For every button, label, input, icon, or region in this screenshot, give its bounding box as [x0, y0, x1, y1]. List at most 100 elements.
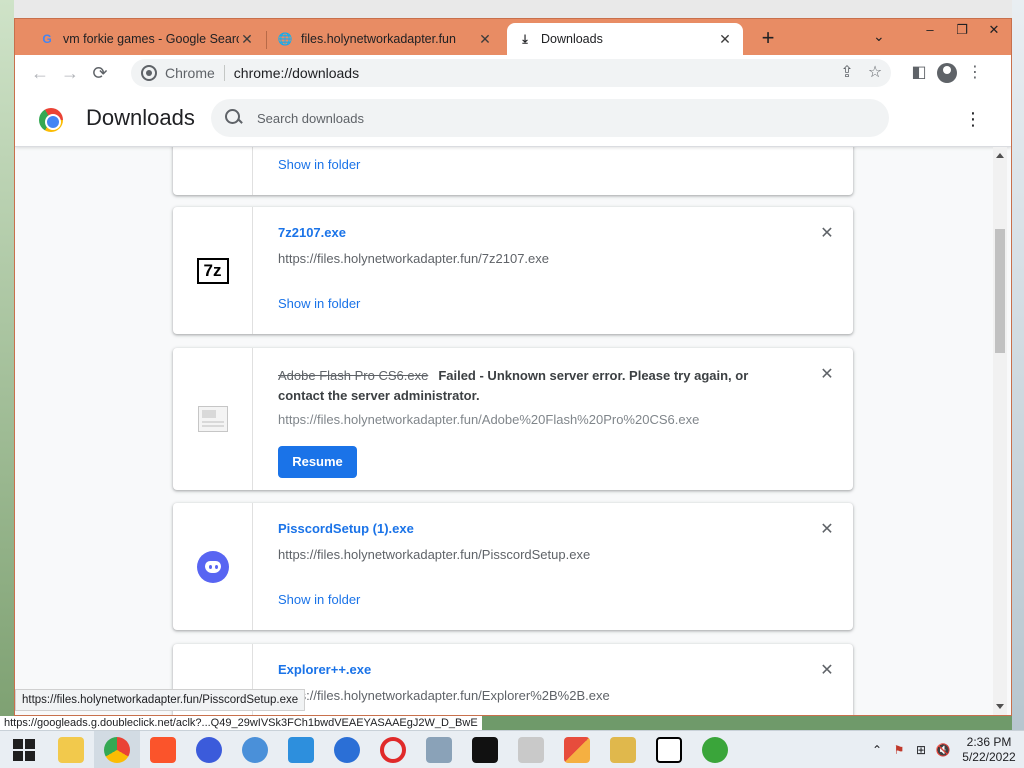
- scrollbar-thumb[interactable]: [995, 229, 1005, 353]
- taskbar-file-explorer[interactable]: [48, 731, 94, 768]
- windows-logo-icon: [13, 738, 35, 761]
- search-downloads-box[interactable]: [211, 99, 889, 137]
- taskbar-chrome[interactable]: [94, 730, 140, 768]
- firefox-dev-icon: [334, 736, 360, 763]
- new-tab-button[interactable]: +: [755, 26, 781, 52]
- share-icon[interactable]: ⇪: [833, 59, 861, 87]
- download-card: 7z 7z2107.exe https://files.holynetworka…: [173, 207, 853, 334]
- taskbar-java[interactable]: [508, 731, 554, 768]
- tab-downloads[interactable]: ⤓ Downloads ✕: [507, 23, 743, 55]
- clock-time: 2:36 PM: [966, 735, 1012, 749]
- clock[interactable]: 2:36 PM 5/22/2022: [954, 735, 1024, 765]
- taskbar-folder[interactable]: [600, 731, 646, 768]
- downloads-page: Show in folder 7z 7z2107.exe https://fil…: [15, 91, 1011, 715]
- taskbar-task-manager[interactable]: [416, 731, 462, 768]
- card-icon-column: 7z: [173, 207, 253, 334]
- utorrent-icon: [702, 736, 728, 763]
- taskbar-chromium[interactable]: [232, 731, 278, 768]
- network-icon[interactable]: ⊞: [910, 743, 932, 757]
- forward-button[interactable]: →: [55, 58, 85, 88]
- clock-date: 5/22/2022: [962, 750, 1016, 764]
- file-url[interactable]: https://files.holynetworkadapter.fun/Ado…: [278, 412, 699, 427]
- failed-download-info: Adobe Flash Pro CS6.exe Failed - Unknown …: [278, 366, 788, 406]
- close-icon[interactable]: ✕: [477, 31, 493, 48]
- file-url[interactable]: https://files.holynetworkadapter.fun/7z2…: [278, 251, 549, 266]
- file-explorer-icon: [58, 736, 84, 763]
- taskbar-app[interactable]: [278, 731, 324, 768]
- back-button[interactable]: ←: [25, 58, 55, 88]
- scroll-down-arrow-icon[interactable]: [996, 704, 1004, 709]
- download-card-failed: Adobe Flash Pro CS6.exe Failed - Unknown …: [173, 348, 853, 490]
- discord-icon: [196, 550, 229, 583]
- scroll-up-arrow-icon[interactable]: [996, 153, 1004, 158]
- show-hidden-icons-icon[interactable]: ⌃: [866, 743, 888, 757]
- remove-icon[interactable]: ✕: [819, 663, 835, 679]
- tab-google-search[interactable]: G vm forkie games - Google Search ✕: [29, 23, 265, 55]
- network-warning-icon[interactable]: ⚑: [888, 743, 910, 757]
- control-panel-icon: [564, 736, 590, 763]
- address-bar[interactable]: Chrome chrome://downloads: [131, 59, 891, 87]
- remove-icon[interactable]: ✕: [819, 226, 835, 242]
- volume-muted-icon[interactable]: 🔇: [932, 743, 954, 757]
- side-panel-icon[interactable]: ◧: [905, 59, 933, 87]
- taskbar-control-panel[interactable]: [554, 731, 600, 768]
- opera-icon: [380, 736, 406, 763]
- browser-window: G vm forkie games - Google Search ✕ 🌐 fi…: [14, 18, 1012, 716]
- card-icon-column: [173, 348, 253, 490]
- start-button[interactable]: [0, 731, 48, 768]
- close-window-button[interactable]: ✕: [979, 19, 1009, 43]
- remove-icon[interactable]: ✕: [819, 522, 835, 538]
- reload-button[interactable]: ⟳: [85, 58, 115, 88]
- card-icon-column: [173, 503, 253, 630]
- site-label: Chrome: [165, 65, 215, 81]
- ads-status-url: https://googleads.g.doubleclick.net/aclk…: [0, 716, 482, 730]
- task-manager-icon: [426, 736, 452, 763]
- brave-icon: [150, 736, 176, 763]
- taskbar-terminal[interactable]: [462, 731, 508, 768]
- link-status-bubble: https://files.holynetworkadapter.fun/Pis…: [15, 689, 306, 711]
- remove-icon[interactable]: ✕: [819, 367, 835, 383]
- url-text[interactable]: chrome://downloads: [234, 65, 359, 81]
- taskbar-brave[interactable]: [140, 731, 186, 768]
- taskbar-firefox[interactable]: [186, 731, 232, 768]
- chromium-icon: [242, 736, 268, 763]
- globe-icon: 🌐: [277, 32, 293, 46]
- minimize-button[interactable]: –: [915, 19, 945, 43]
- file-url[interactable]: https://files.holynetworkadapter.fun/Exp…: [278, 688, 610, 703]
- taskbar-firefox-dev[interactable]: [324, 731, 370, 768]
- file-icon: [197, 406, 228, 432]
- tab-title: vm forkie games - Google Search: [63, 32, 239, 46]
- omnibox-divider: [223, 65, 225, 81]
- file-url[interactable]: https://files.holynetworkadapter.fun/Pis…: [278, 547, 590, 562]
- taskbar-utorrent[interactable]: [692, 731, 738, 768]
- search-input[interactable]: [257, 110, 857, 126]
- app-icon: [288, 736, 314, 763]
- scrollbar[interactable]: [993, 147, 1007, 715]
- show-in-folder-link[interactable]: Show in folder: [278, 296, 360, 311]
- desktop-right: [1012, 0, 1024, 730]
- chrome-menu-icon[interactable]: ⋮: [961, 59, 989, 87]
- 7zip-icon: [656, 736, 682, 763]
- close-icon[interactable]: ✕: [717, 31, 733, 48]
- bookmark-star-icon[interactable]: ☆: [861, 59, 889, 87]
- browser-toolbar: ← → ⟳ Chrome chrome://downloads ⇪ ☆ ◧ ⋮: [15, 55, 1011, 91]
- show-in-folder-link[interactable]: Show in folder: [278, 592, 360, 607]
- close-icon[interactable]: ✕: [239, 31, 255, 48]
- taskbar-opera[interactable]: [370, 731, 416, 768]
- download-icon: ⤓: [522, 31, 528, 46]
- 7z-icon: 7z: [196, 257, 229, 284]
- tab-files-site[interactable]: 🌐 files.holynetworkadapter.fun ✕: [267, 23, 503, 55]
- folder-icon: [610, 736, 636, 763]
- more-actions-icon[interactable]: ⋮: [963, 107, 983, 131]
- desktop-left: [0, 0, 14, 730]
- file-name-link[interactable]: Explorer++.exe: [278, 662, 371, 677]
- file-name-link[interactable]: 7z2107.exe: [278, 225, 346, 240]
- profile-avatar[interactable]: [937, 63, 957, 83]
- resume-button[interactable]: Resume: [278, 446, 357, 478]
- google-icon: G: [42, 32, 52, 46]
- taskbar-7zip[interactable]: [646, 731, 692, 768]
- file-name-link[interactable]: PisscordSetup (1).exe: [278, 521, 414, 536]
- restore-button[interactable]: ❐: [947, 19, 977, 43]
- show-in-folder-link[interactable]: Show in folder: [278, 157, 360, 172]
- tab-search-chevron-icon[interactable]: ⌄: [873, 28, 885, 45]
